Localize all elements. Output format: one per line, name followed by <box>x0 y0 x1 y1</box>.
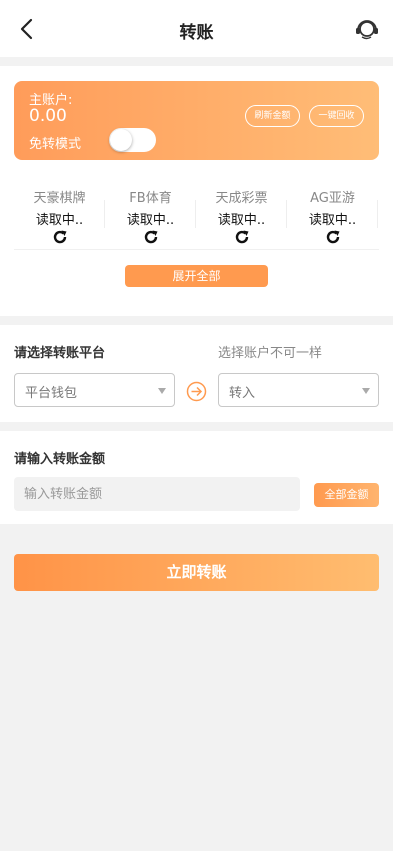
refresh-icon[interactable] <box>325 229 341 245</box>
all-amount-button[interactable]: 全部金额 <box>314 483 379 507</box>
transfer-to-select[interactable]: 转入 <box>218 373 379 407</box>
free-transfer-mode-label: 免转模式 <box>29 137 82 152</box>
refresh-icon[interactable] <box>234 229 250 245</box>
platform-name: 天豪棋牌 <box>33 191 86 206</box>
transfer-now-button[interactable]: 立即转账 <box>14 554 379 591</box>
recover-all-button[interactable]: 一键回收 <box>309 105 364 127</box>
transfer-amount-section: 请输入转账金额 全部金额 <box>0 431 393 524</box>
transfer-platform-hint: 选择账户不可一样 <box>218 346 323 361</box>
transfer-platform-section: 请选择转账平台 选择账户不可一样 平台钱包 转入 <box>0 325 393 422</box>
transfer-to-value: 转入 <box>229 386 256 401</box>
expand-all-button[interactable]: 展开全部 <box>125 265 268 287</box>
platform-status: 读取中.. <box>217 213 266 228</box>
toggle-knob <box>110 129 132 151</box>
refresh-balance-button[interactable]: 刷新金额 <box>245 105 300 127</box>
main-wallet-card: 主账户: 0.00 免转模式 刷新金额 一键回收 <box>14 81 379 160</box>
transfer-platform-title: 请选择转账平台 <box>14 346 106 361</box>
refresh-icon[interactable] <box>52 229 68 245</box>
free-transfer-toggle[interactable] <box>109 128 156 152</box>
header: 转账 <box>0 0 393 57</box>
platform-item: 天豪棋牌 读取中.. <box>14 184 105 246</box>
platform-item: 天成彩票 读取中.. <box>196 184 287 246</box>
transfer-amount-title: 请输入转账金额 <box>14 452 106 467</box>
platform-status: 读取中.. <box>35 213 84 228</box>
platform-status: 读取中.. <box>126 213 175 228</box>
platform-status: 读取中.. <box>308 213 357 228</box>
wallet-section: 主账户: 0.00 免转模式 刷新金额 一键回收 天豪棋牌 读取中.. FB体育… <box>0 66 393 316</box>
arrow-right-circle-icon <box>186 381 207 402</box>
platform-name: AG亚游 <box>310 191 355 206</box>
dropdown-arrow-icon <box>362 388 370 394</box>
platform-item: FB体育 读取中.. <box>105 184 196 246</box>
page-title: 转账 <box>179 23 214 43</box>
platform-name: FB体育 <box>129 191 172 206</box>
dropdown-arrow-icon <box>158 388 166 394</box>
transfer-from-value: 平台钱包 <box>25 386 78 401</box>
platform-balance-list: 天豪棋牌 读取中.. FB体育 读取中.. 天成彩票 读取中.. AG亚游 读取… <box>14 184 379 250</box>
customer-service-icon[interactable] <box>354 16 380 42</box>
refresh-icon[interactable] <box>143 229 159 245</box>
platform-name: 天成彩票 <box>215 191 268 206</box>
transfer-from-select[interactable]: 平台钱包 <box>14 373 175 407</box>
platform-item: AG亚游 读取中.. <box>287 184 378 246</box>
main-wallet-balance: 0.00 <box>29 106 67 126</box>
amount-input[interactable] <box>14 477 300 511</box>
